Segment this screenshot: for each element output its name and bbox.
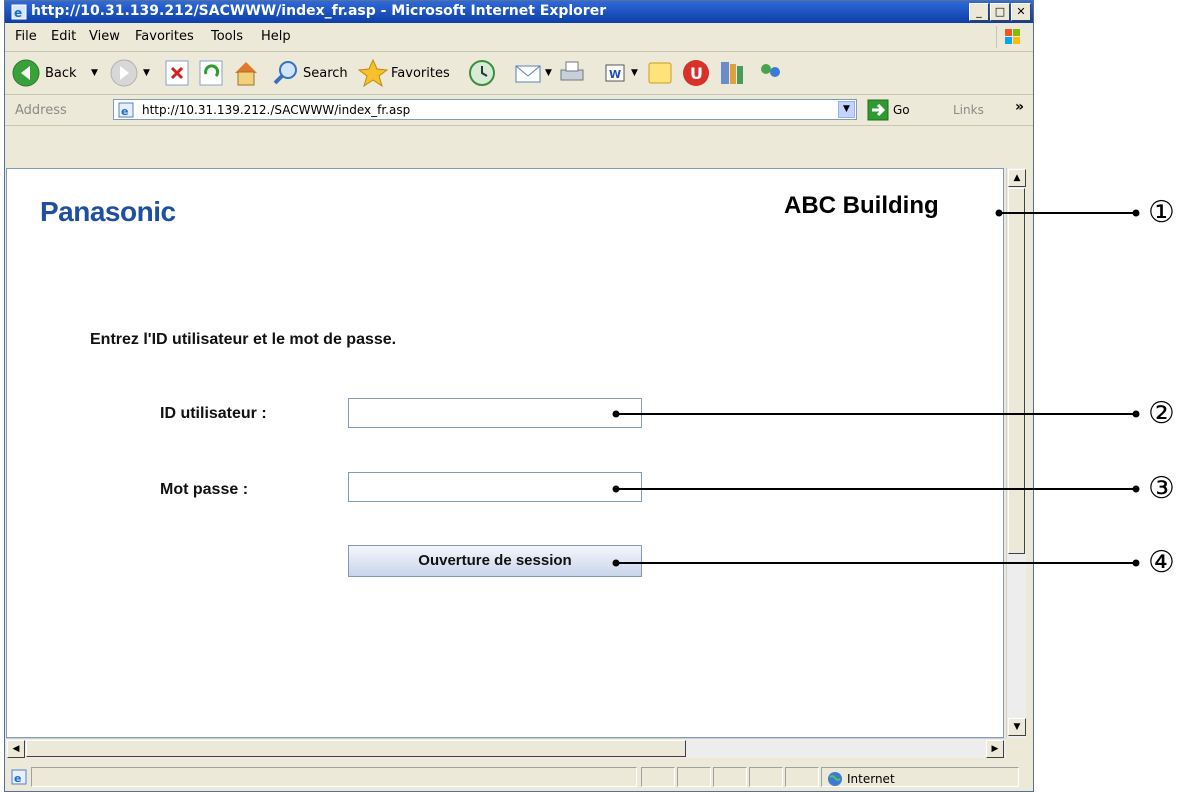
back-label[interactable]: Back (45, 66, 77, 81)
menu-file[interactable]: File (15, 29, 37, 44)
svg-text:e: e (14, 772, 21, 785)
back-dropdown-icon[interactable]: ▼ (91, 68, 98, 78)
horizontal-scrollbar[interactable]: ◀ ▶ (6, 738, 1006, 758)
window-title: http://10.31.139.212/SACWWW/index_fr.asp… (31, 3, 607, 19)
status-cell (785, 767, 819, 787)
menu-view[interactable]: View (89, 29, 120, 44)
password-label: Mot passe : (160, 481, 249, 498)
print-icon[interactable] (557, 58, 587, 88)
standard-toolbar: Back ▼ ▼ Search Favorites ▼ W ▼ U (5, 52, 1033, 95)
address-input[interactable]: e http://10.31.139.212./SACWWW/index_fr.… (113, 99, 857, 120)
links-label[interactable]: Links (953, 103, 984, 117)
svg-text:e: e (14, 6, 22, 20)
refresh-icon[interactable] (197, 58, 225, 88)
menu-bar: File Edit View Favorites Tools Help (5, 23, 1033, 52)
status-cell (713, 767, 747, 787)
svg-text:U: U (690, 64, 703, 83)
mail-dropdown-icon[interactable]: ▼ (545, 68, 552, 78)
svg-text:e: e (121, 105, 128, 118)
status-cell (749, 767, 783, 787)
forward-dropdown-icon[interactable]: ▼ (143, 68, 150, 78)
contacts-icon[interactable] (755, 58, 785, 88)
scroll-down-icon[interactable]: ▼ (1008, 718, 1026, 736)
go-button[interactable]: Go (893, 103, 910, 117)
minimize-icon: _ (976, 5, 982, 18)
menu-tools[interactable]: Tools (211, 29, 243, 44)
address-url[interactable]: http://10.31.139.212./SACWWW/index_fr.as… (142, 103, 410, 117)
status-cell (677, 767, 711, 787)
status-text-cell (31, 767, 637, 787)
messenger-icon[interactable] (717, 58, 747, 88)
search-label[interactable]: Search (303, 66, 348, 81)
address-label: Address (15, 103, 67, 118)
address-bar: Address e http://10.31.139.212./SACWWW/i… (5, 95, 1033, 126)
research-icon[interactable]: U (681, 58, 711, 88)
links-more-icon[interactable]: » (1015, 99, 1024, 115)
horizontal-scroll-thumb[interactable] (26, 740, 686, 757)
favorites-label[interactable]: Favorites (391, 66, 450, 81)
password-input[interactable] (348, 472, 642, 502)
zone-label: Internet (847, 772, 895, 786)
building-name: ABC Building (784, 192, 939, 219)
globe-icon (828, 772, 842, 786)
svg-text:W: W (609, 68, 621, 81)
search-icon[interactable] (271, 58, 301, 88)
stop-icon[interactable] (163, 58, 191, 88)
home-icon[interactable] (231, 58, 261, 88)
ie-logo-icon: e (11, 4, 27, 20)
maximize-button[interactable]: □ (990, 3, 1010, 21)
panasonic-logo: Panasonic (40, 196, 176, 227)
page-viewport (6, 168, 1004, 738)
status-bar: e Internet (5, 763, 1033, 791)
close-icon: ✕ (1016, 5, 1026, 18)
menu-favorites[interactable]: Favorites (135, 29, 194, 44)
scroll-right-icon[interactable]: ▶ (986, 740, 1004, 758)
callout-number-3: ③ (1148, 471, 1175, 506)
close-button[interactable]: ✕ (1011, 3, 1031, 21)
mail-icon[interactable] (513, 58, 543, 88)
vertical-scrollbar[interactable]: ▲ ▼ (1006, 168, 1026, 738)
edit-dropdown-icon[interactable]: ▼ (631, 68, 638, 78)
callout-number-2: ② (1148, 396, 1175, 431)
user-id-label: ID utilisateur : (160, 405, 267, 422)
maximize-icon: □ (994, 5, 1006, 18)
edit-icon[interactable]: W (603, 58, 627, 88)
callout-number-1: ① (1148, 195, 1175, 230)
scroll-left-icon[interactable]: ◀ (7, 740, 25, 758)
forward-icon[interactable] (109, 58, 139, 88)
title-bar: e http://10.31.139.212/SACWWW/index_fr.a… (5, 1, 1033, 23)
address-dropdown-icon[interactable]: ▼ (838, 101, 855, 118)
minimize-button[interactable]: _ (969, 3, 989, 21)
callout-number-4: ④ (1148, 545, 1175, 580)
history-icon[interactable] (467, 58, 497, 88)
favorites-star-icon[interactable] (357, 58, 389, 88)
scroll-up-icon[interactable]: ▲ (1008, 169, 1026, 187)
back-icon[interactable] (11, 58, 41, 88)
user-id-input[interactable] (348, 398, 642, 428)
login-instruction: Entrez l'ID utilisateur et le mot de pas… (90, 331, 397, 348)
status-cell (641, 767, 675, 787)
menu-edit[interactable]: Edit (51, 29, 76, 44)
go-arrow-icon[interactable] (867, 99, 889, 121)
windows-logo-icon (996, 26, 1020, 48)
login-button[interactable]: Ouverture de session (348, 545, 642, 577)
discuss-icon[interactable] (645, 58, 675, 88)
page-icon: e (118, 102, 134, 118)
menu-help[interactable]: Help (261, 29, 291, 44)
vertical-scroll-thumb[interactable] (1008, 188, 1025, 554)
status-page-icon: e (11, 769, 27, 785)
